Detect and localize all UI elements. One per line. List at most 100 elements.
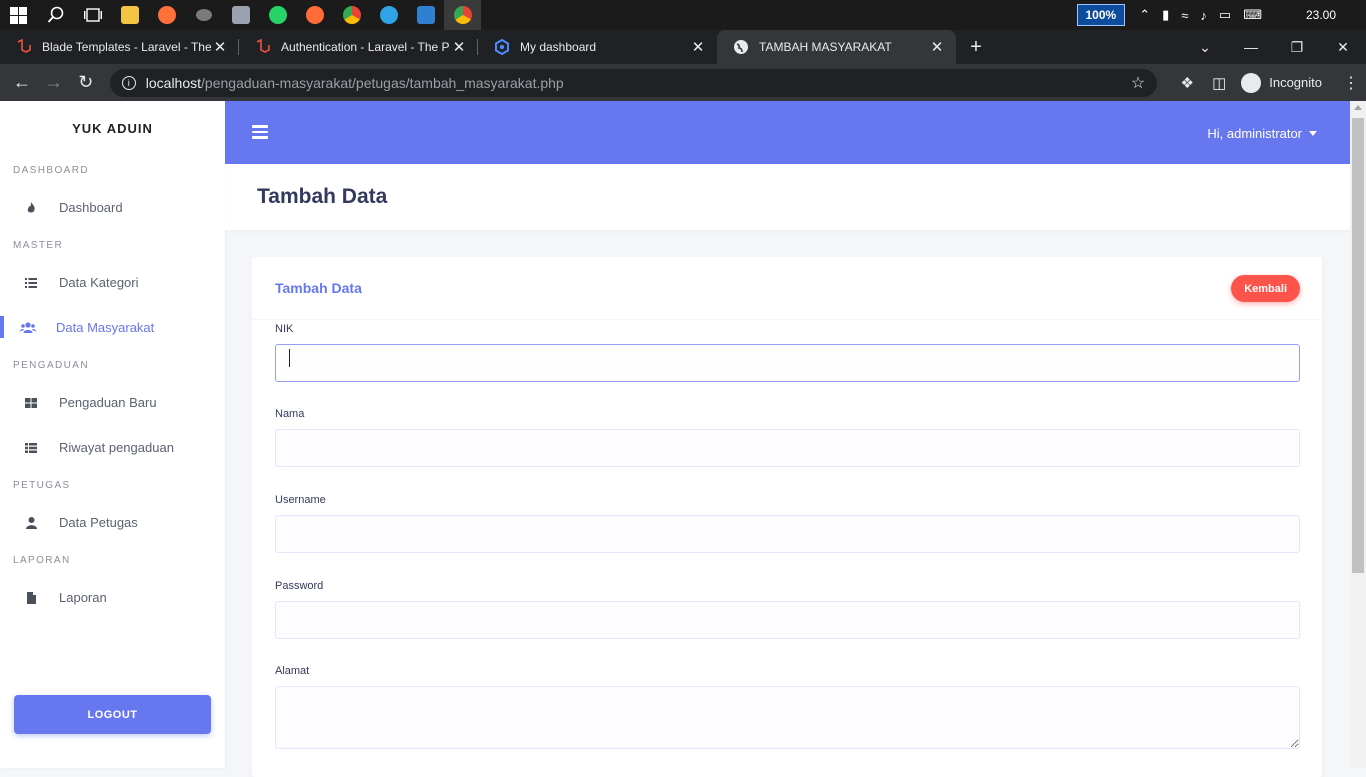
whatsapp-icon[interactable] xyxy=(259,0,296,30)
grid-icon xyxy=(25,397,37,409)
laravel-icon xyxy=(16,39,32,55)
chevron-up-icon[interactable]: ⌃ xyxy=(1139,7,1150,23)
notification-icon[interactable]: ▭ xyxy=(1219,7,1231,23)
battery-icon[interactable]: ▮ xyxy=(1162,7,1169,23)
task-view-icon[interactable] xyxy=(74,0,111,30)
sidebar-item-data-petugas[interactable]: Data Petugas xyxy=(0,500,225,545)
close-icon[interactable]: ✕ xyxy=(450,38,468,56)
windows-taskbar: 100% ⌃ ▮ ≈ ♪ ▭ ⌨ 23.00 xyxy=(0,0,1366,30)
username-label: Username xyxy=(275,494,1300,506)
clock: 23.00 xyxy=(1306,8,1336,22)
incognito-indicator[interactable]: Incognito xyxy=(1241,73,1322,93)
browser-tab-active[interactable]: TAMBAH MASYARAKAT ✕ xyxy=(717,30,956,64)
keyboard-icon[interactable]: ⌨ xyxy=(1243,7,1262,23)
vscode-icon[interactable] xyxy=(407,0,444,30)
logout-button[interactable]: LOGOUT xyxy=(14,695,211,734)
table-icon xyxy=(25,442,37,454)
browser-tab[interactable]: Authentication - Laravel - The PHP Frame… xyxy=(239,30,478,64)
sidebar-item-data-masyarakat[interactable]: Data Masyarakat xyxy=(0,305,225,350)
wifi-icon[interactable]: ≈ xyxy=(1181,8,1188,23)
speaker-icon[interactable]: ♪ xyxy=(1200,8,1207,23)
sidebar-item-label: Laporan xyxy=(59,590,107,605)
nik-label: NIK xyxy=(275,323,1300,335)
user-icon xyxy=(25,517,37,529)
text-cursor xyxy=(289,349,290,367)
incognito-label: Incognito xyxy=(1269,75,1322,90)
window-controls: ⌄ — ❐ ✕ xyxy=(1182,30,1366,64)
tab-title: Authentication - Laravel - The PHP Frame… xyxy=(281,40,450,54)
close-icon[interactable]: ✕ xyxy=(689,38,707,56)
form-group-username: Username xyxy=(275,494,1300,553)
close-window-icon[interactable]: ✕ xyxy=(1320,39,1366,56)
username-input[interactable] xyxy=(275,515,1300,553)
incognito-icon xyxy=(1241,73,1261,93)
close-icon[interactable]: ✕ xyxy=(211,38,229,56)
firefox-icon[interactable] xyxy=(148,0,185,30)
back-button[interactable]: Kembali xyxy=(1231,275,1300,302)
chrome-icon[interactable] xyxy=(333,0,370,30)
scrollbar-thumb[interactable] xyxy=(1352,118,1364,573)
browser-menu-icon[interactable]: ⋮ xyxy=(1336,73,1366,93)
sidebar-item-riwayat-pengaduan[interactable]: Riwayat pengaduan xyxy=(0,425,225,470)
users-icon xyxy=(20,322,36,334)
password-input[interactable] xyxy=(275,601,1300,639)
tab-title: My dashboard xyxy=(520,40,689,54)
dashboard-icon xyxy=(494,39,510,55)
sidebar-item-label: Pengaduan Baru xyxy=(59,395,157,410)
restore-icon[interactable]: ❐ xyxy=(1274,39,1320,56)
section-header: Tambah Data xyxy=(225,164,1350,230)
browser-tab[interactable]: My dashboard ✕ xyxy=(478,30,717,64)
nama-input[interactable] xyxy=(275,429,1300,467)
game-app-icon[interactable] xyxy=(185,0,222,30)
form-group-nik: NIK xyxy=(275,323,1300,382)
side-panel-icon[interactable]: ◫ xyxy=(1203,74,1235,92)
sidebar-item-label: Data Masyarakat xyxy=(56,320,154,335)
chrome-active-icon[interactable] xyxy=(444,0,481,30)
nik-input[interactable] xyxy=(275,344,1300,382)
brand-title[interactable]: YUK ADUIN xyxy=(0,101,225,155)
bookmark-star-icon[interactable]: ☆ xyxy=(1131,73,1145,93)
card-header: Tambah Data Kembali xyxy=(252,257,1322,320)
search-icon[interactable] xyxy=(37,0,74,30)
alamat-textarea[interactable] xyxy=(275,686,1300,749)
new-tab-button[interactable]: + xyxy=(956,30,996,64)
toolbar-actions: ❖ ◫ Incognito ⋮ xyxy=(1171,73,1366,93)
page-scrollbar[interactable] xyxy=(1350,101,1366,768)
site-info-icon[interactable]: i xyxy=(122,76,136,90)
back-arrow-icon[interactable]: ← xyxy=(6,72,38,93)
close-icon[interactable]: ✕ xyxy=(928,38,946,56)
user-greeting: Hi, administrator xyxy=(1207,126,1302,141)
forward-arrow-icon[interactable]: → xyxy=(38,72,70,93)
form-group-alamat: Alamat xyxy=(275,665,1300,754)
sidebar-heading: PETUGAS xyxy=(0,470,225,500)
postman-icon[interactable] xyxy=(296,0,333,30)
minimize-icon[interactable]: — xyxy=(1228,39,1274,55)
edge-icon[interactable] xyxy=(370,0,407,30)
reload-icon[interactable]: ↻ xyxy=(70,72,102,93)
browser-toolbar: ← → ↻ i localhost/pengaduan-masyarakat/p… xyxy=(0,64,1366,101)
sidebar-item-dashboard[interactable]: Dashboard xyxy=(0,185,225,230)
url-path: /pengaduan-masyarakat/petugas/tambah_mas… xyxy=(201,75,564,91)
hamburger-menu-icon[interactable] xyxy=(252,125,268,139)
extensions-icon[interactable]: ❖ xyxy=(1171,74,1203,92)
sidebar-heading: LAPORAN xyxy=(0,545,225,575)
remote-desktop-icon[interactable] xyxy=(222,0,259,30)
sidebar-item-label: Data Petugas xyxy=(59,515,138,530)
user-dropdown[interactable]: Hi, administrator xyxy=(1207,126,1317,141)
scroll-up-icon[interactable] xyxy=(1354,105,1362,110)
card-title: Tambah Data xyxy=(275,280,362,296)
zoom-indicator: 100% xyxy=(1077,4,1126,26)
sidebar-item-laporan[interactable]: Laporan xyxy=(0,575,225,620)
sidebar-item-label: Dashboard xyxy=(59,200,123,215)
tab-search-icon[interactable]: ⌄ xyxy=(1182,39,1228,56)
sidebar-heading: PENGADUAN xyxy=(0,350,225,380)
file-explorer-icon[interactable] xyxy=(111,0,148,30)
browser-tab[interactable]: Blade Templates - Laravel - The PHP Fram… xyxy=(0,30,239,64)
password-label: Password xyxy=(275,580,1300,592)
sidebar-item-data-kategori[interactable]: Data Kategori xyxy=(0,260,225,305)
windows-start-icon[interactable] xyxy=(0,0,37,30)
sidebar-item-pengaduan-baru[interactable]: Pengaduan Baru xyxy=(0,380,225,425)
address-bar[interactable]: i localhost/pengaduan-masyarakat/petugas… xyxy=(110,69,1157,97)
file-icon xyxy=(25,592,37,604)
tab-title: Blade Templates - Laravel - The PHP Fram… xyxy=(42,40,211,54)
